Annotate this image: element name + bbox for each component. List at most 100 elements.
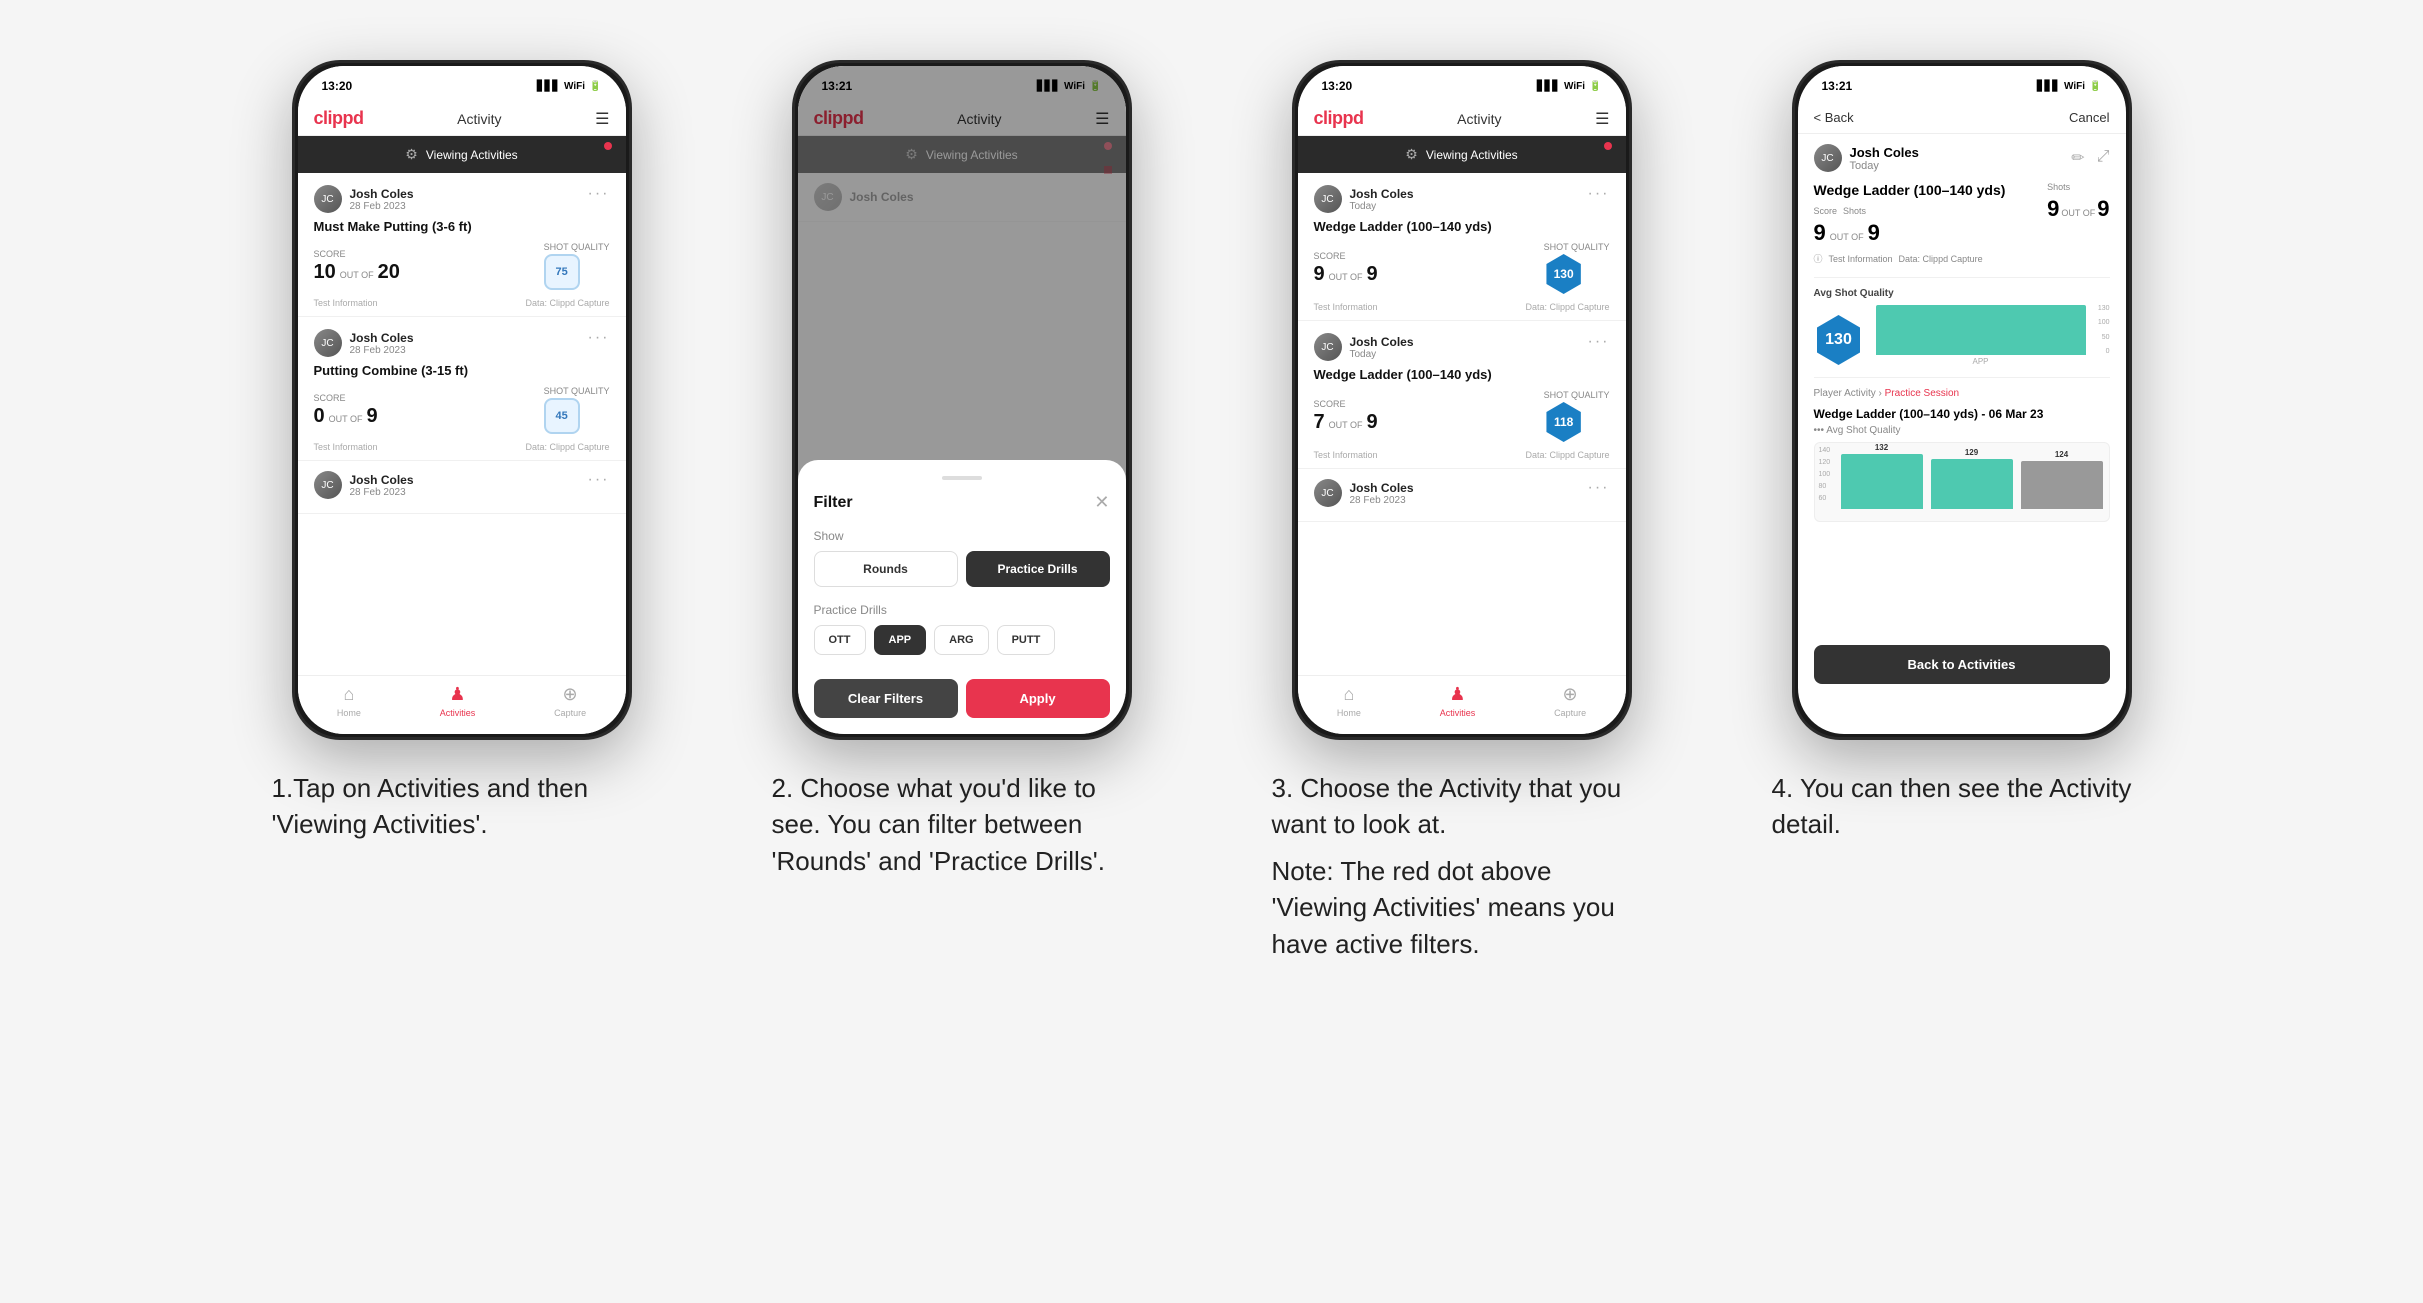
user-name-3-3: Josh Coles: [1350, 481, 1414, 495]
card-footer-3-1: Test Information Data: Clippd Capture: [1314, 302, 1610, 312]
nav-activities-1[interactable]: ♟ Activities: [440, 684, 476, 718]
cancel-btn-4[interactable]: Cancel: [2069, 110, 2109, 125]
data-clippd-4: Data: Clippd Capture: [1899, 254, 1983, 264]
nav-capture-3[interactable]: ⊕ Capture: [1554, 684, 1586, 718]
filter-toggle-rounds-2[interactable]: Rounds: [814, 551, 958, 587]
filter-sheet-2: Filter ✕ Show Rounds Practice Drills Pra…: [798, 460, 1126, 734]
sq-badge-large-4: 130: [1814, 315, 1864, 365]
viewing-banner-3[interactable]: ⚙ Viewing Activities: [1298, 136, 1626, 173]
avatar-1-1: JC: [314, 185, 342, 213]
data-source-3-2: Data: Clippd Capture: [1525, 450, 1609, 460]
nav-capture-label-3: Capture: [1554, 708, 1586, 718]
battery-icon-4: 🔋: [2089, 81, 2101, 92]
avg-sq-label-4: Avg Shot Quality: [1814, 288, 2110, 299]
avatar-3-1: JC: [1314, 185, 1342, 213]
dots-menu-3-3[interactable]: ···: [1588, 479, 1610, 497]
filter-overlay-2: Filter ✕ Show Rounds Practice Drills Pra…: [798, 66, 1126, 734]
activity-card-1-3: JC Josh Coles 28 Feb 2023 ···: [298, 461, 626, 514]
card-header-1-2: JC Josh Coles 28 Feb 2023 ···: [314, 329, 610, 357]
logo-3: clippd: [1314, 108, 1364, 129]
status-bar-4: 13:21 ▋▋▋ WiFi 🔋: [1798, 66, 2126, 102]
filter-header-2: Filter ✕: [814, 492, 1110, 513]
session-bar-rect-1: [1841, 454, 1923, 509]
app-header-3: clippd Activity ☰: [1298, 102, 1626, 136]
dots-menu-1-2[interactable]: ···: [588, 329, 610, 347]
settings-icon-1: ⚙: [405, 146, 418, 163]
avatar-3-2: JC: [1314, 333, 1342, 361]
nav-home-1[interactable]: ⌂ Home: [337, 684, 361, 718]
stat-sq-1-2: Shot Quality 45: [544, 386, 610, 434]
drill-btn-putt-2[interactable]: PUTT: [997, 625, 1056, 655]
detail-shots-val-4: 9: [1868, 220, 1880, 246]
dots-menu-3-2[interactable]: ···: [1588, 333, 1610, 351]
data-source-1-2: Data: Clippd Capture: [525, 442, 609, 452]
stat-outof-3-2: OUT OF: [1329, 420, 1363, 430]
test-info-4: Test Information: [1829, 254, 1893, 264]
detail-action-icons-4: ✏ ⤢: [2071, 148, 2109, 168]
dots-menu-3-1[interactable]: ···: [1588, 185, 1610, 203]
practice-session-span-4: Practice Session: [1885, 388, 1959, 399]
detail-sq-score-4: 9: [2047, 196, 2059, 222]
apply-btn-2[interactable]: Apply: [966, 679, 1110, 718]
stat-sq-3-1: Shot Quality 130: [1544, 242, 1610, 294]
y-label-100: 100: [2098, 319, 2110, 326]
session-sq-label-4: ••• Avg Shot Quality: [1814, 425, 2110, 436]
hamburger-icon-1[interactable]: ☰: [595, 109, 609, 129]
phone-2-screen: 13:21 ▋▋▋ WiFi 🔋 clippd Activity ☰ ⚙: [798, 66, 1126, 734]
viewing-banner-1[interactable]: ⚙ Viewing Activities: [298, 136, 626, 173]
filter-toggle-drills-2[interactable]: Practice Drills: [966, 551, 1110, 587]
user-date-1-1: 28 Feb 2023: [350, 201, 414, 212]
session-bar-1: 132: [1841, 443, 1923, 509]
nav-activities-label-1: Activities: [440, 708, 476, 718]
filter-actions-2: Clear Filters Apply: [814, 679, 1110, 718]
activity-card-3-1[interactable]: JC Josh Coles Today ··· Wedge Ladder (10…: [1298, 173, 1626, 321]
drill-btn-arg-2[interactable]: ARG: [934, 625, 988, 655]
expand-icon-4[interactable]: ⤢: [2097, 148, 2110, 168]
stat-outof-3-1: OUT OF: [1329, 272, 1363, 282]
drill-btn-app-2[interactable]: APP: [874, 625, 927, 655]
header-title-1: Activity: [457, 111, 501, 127]
card-user-1-2: JC Josh Coles 28 Feb 2023: [314, 329, 414, 357]
stat-sq-3-2: Shot Quality 118: [1544, 390, 1610, 442]
user-info-3-1: Josh Coles Today: [1350, 187, 1414, 212]
stat-score-val-3-1: 9: [1314, 263, 1325, 286]
stat-sq-label-1-2: Shot Quality: [544, 386, 610, 396]
caption-3-2: Note: The red dot above 'Viewing Activit…: [1272, 853, 1652, 962]
hamburger-icon-3[interactable]: ☰: [1595, 109, 1609, 129]
status-bar-3: 13:20 ▋▋▋ WiFi 🔋: [1298, 66, 1626, 102]
capture-icon-3: ⊕: [1563, 684, 1578, 705]
caption-3-1: 3. Choose the Activity that you want to …: [1272, 770, 1652, 843]
sq-hex-3-1: 130: [1544, 254, 1584, 294]
nav-home-3[interactable]: ⌂ Home: [1337, 684, 1361, 718]
card-user-3-3: JC Josh Coles 28 Feb 2023: [1314, 479, 1414, 507]
nav-capture-1[interactable]: ⊕ Capture: [554, 684, 586, 718]
avatar-4: JC: [1814, 144, 1842, 172]
card-header-1-1: JC Josh Coles 28 Feb 2023 ···: [314, 185, 610, 213]
drill-btn-ott-2[interactable]: OTT: [814, 625, 866, 655]
banner-text-3: Viewing Activities: [1426, 148, 1518, 162]
activity-card-3-2[interactable]: JC Josh Coles Today ··· Wedge Ladder (10…: [1298, 321, 1626, 469]
card-title-3-1: Wedge Ladder (100–140 yds): [1314, 219, 1610, 234]
back-to-activities-btn-4[interactable]: Back to Activities: [1814, 645, 2110, 684]
dots-menu-1-3[interactable]: ···: [588, 471, 610, 489]
back-btn-4[interactable]: < Back: [1814, 110, 1854, 125]
card-header-3-2: JC Josh Coles Today ···: [1314, 333, 1610, 361]
user-info-1-3: Josh Coles 28 Feb 2023: [350, 473, 414, 498]
stat-score-val-1-2: 0: [314, 405, 325, 428]
stat-score-label-3-1: Score: [1314, 251, 1378, 261]
red-dot-1: [604, 142, 612, 150]
time-3: 13:20: [1322, 79, 1353, 93]
divider-4-2: [1814, 377, 2110, 378]
wifi-icon-4: WiFi: [2064, 81, 2085, 92]
phone-3: 13:20 ▋▋▋ WiFi 🔋 clippd Activity ☰ ⚙: [1292, 60, 1632, 740]
nav-activities-3[interactable]: ♟ Activities: [1440, 684, 1476, 718]
detail-outof-4: OUT OF: [1830, 232, 1864, 242]
card-title-1-1: Must Make Putting (3-6 ft): [314, 219, 610, 234]
filter-close-2[interactable]: ✕: [1094, 492, 1109, 513]
dots-menu-1-1[interactable]: ···: [588, 185, 610, 203]
session-bar-rect-3: [2021, 461, 2103, 509]
filter-handle-2: [942, 476, 982, 480]
clear-filters-btn-2[interactable]: Clear Filters: [814, 679, 958, 718]
sq-badge-1-1: 75: [544, 254, 580, 290]
edit-icon-4[interactable]: ✏: [2071, 148, 2084, 168]
